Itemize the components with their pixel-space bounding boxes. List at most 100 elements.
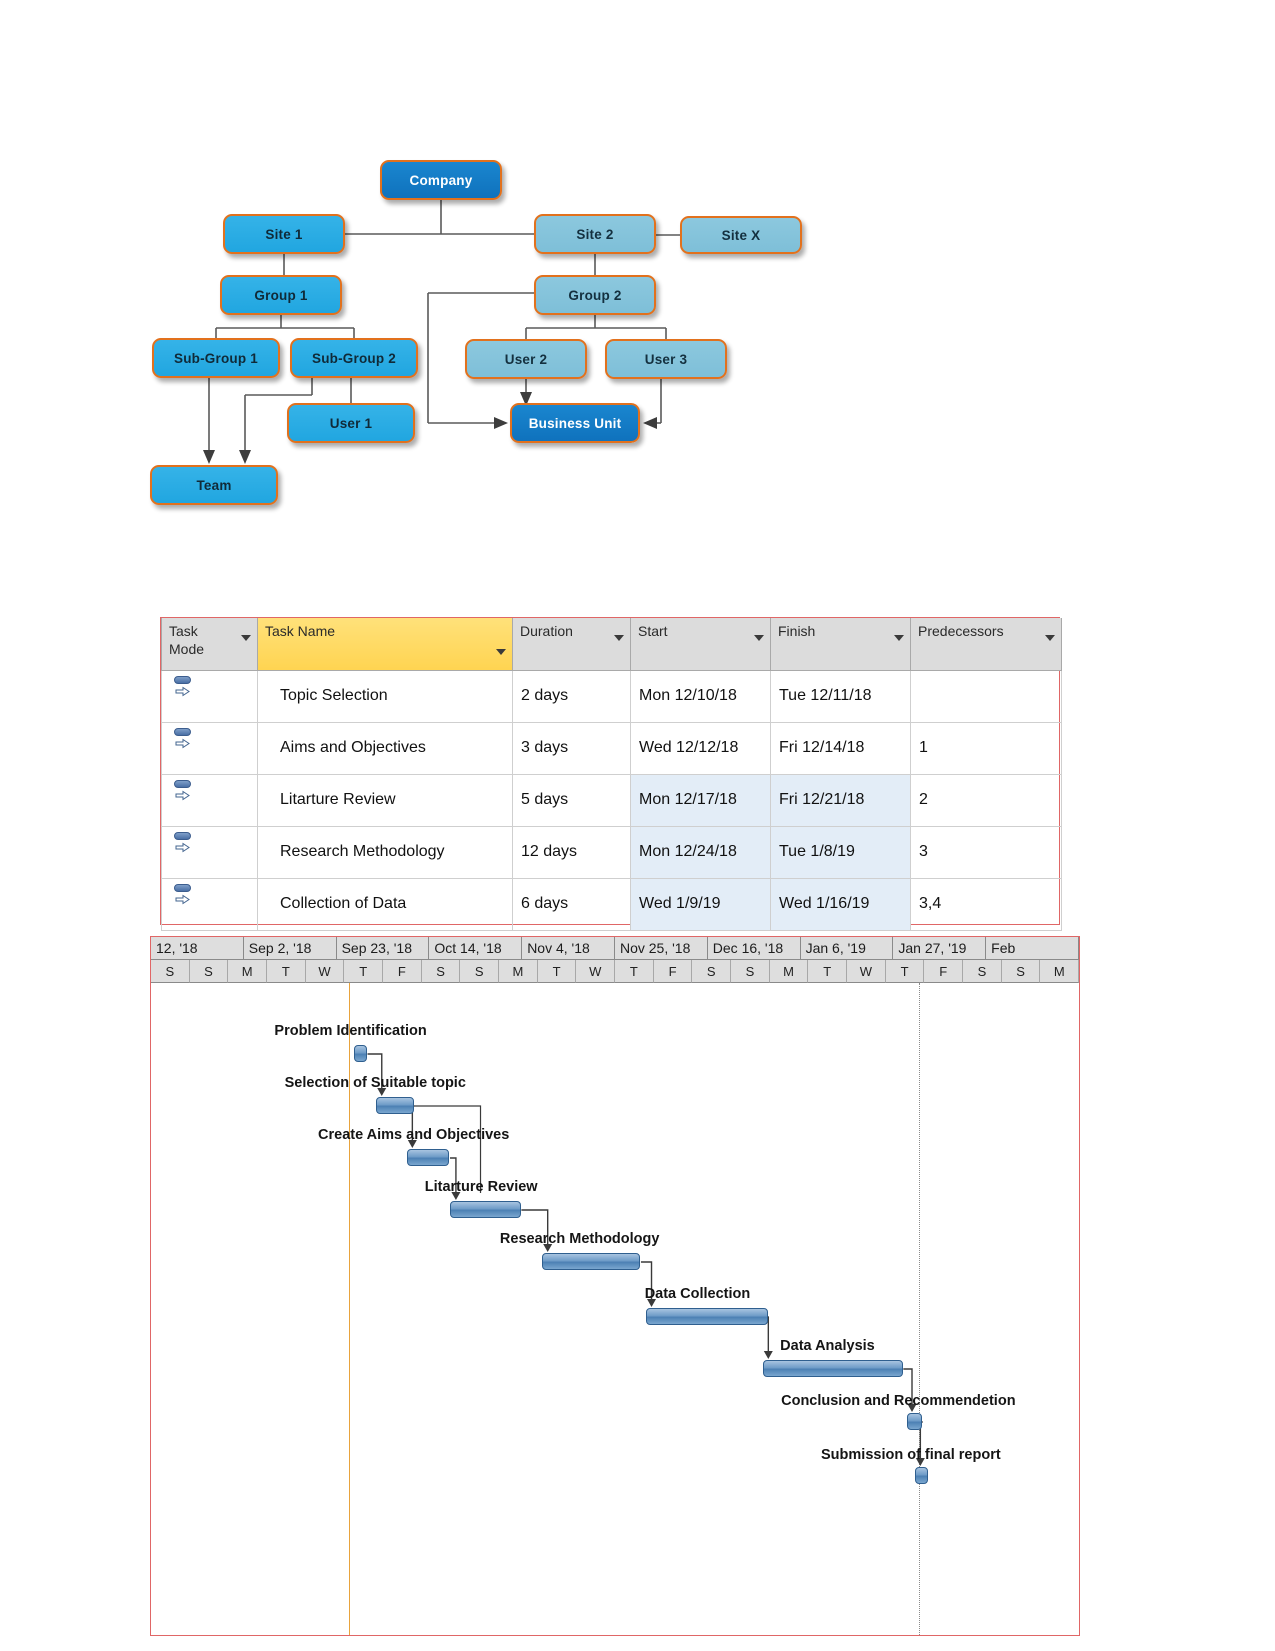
timeline-month-cell: Jan 27, '19	[893, 937, 987, 960]
cell-start[interactable]: Mon 12/10/18	[630, 669, 771, 723]
org-node-group-2[interactable]: Group 2	[534, 275, 656, 315]
gantt-task-bar[interactable]	[450, 1201, 521, 1218]
org-node-group-1[interactable]: Group 1	[220, 275, 342, 315]
cell-task-name[interactable]: Topic Selection	[257, 669, 513, 723]
gantt-task-bar[interactable]	[646, 1308, 769, 1325]
table-row[interactable]: Collection of Data 6 days Wed 1/9/19 Wed 1/…	[161, 877, 1062, 931]
cell-predecessors[interactable]: 1	[910, 721, 1062, 775]
cell-finish[interactable]: Fri 12/14/18	[770, 721, 911, 775]
table-row[interactable]: Litarture Review 5 days Mon 12/17/18 Fri 12…	[161, 773, 1062, 827]
cell-duration[interactable]: 5 days	[512, 773, 631, 827]
timeline-month-cell: Sep 2, '18	[243, 937, 337, 960]
cell-task-mode[interactable]	[161, 669, 258, 723]
gantt-task-bar[interactable]	[762, 1360, 903, 1377]
column-header-duration-label: Duration	[520, 623, 573, 639]
cell-finish[interactable]: Fri 12/21/18	[770, 773, 911, 827]
cell-duration[interactable]: 2 days	[512, 669, 631, 723]
cell-duration[interactable]: 6 days	[512, 877, 631, 931]
timeline-day-cell: M	[228, 960, 268, 983]
timeline-day-cell: F	[924, 960, 964, 983]
cell-start[interactable]: Mon 12/24/18	[630, 825, 771, 879]
column-header-duration[interactable]: Duration	[512, 618, 631, 671]
cell-finish[interactable]: Wed 1/16/19	[770, 877, 911, 931]
cell-predecessors[interactable]: 3,4	[910, 877, 1062, 931]
gantt-task-label: Litarture Review	[424, 1179, 538, 1195]
org-node-sub-group-2[interactable]: Sub-Group 2	[290, 338, 418, 378]
task-table-panel: Task Mode Task Name Duration Start Finis…	[160, 617, 1062, 931]
timeline-day-cell: M	[769, 960, 809, 983]
org-node-user-2[interactable]: User 2	[465, 339, 587, 379]
gantt-task-label: Research Methodology	[499, 1231, 660, 1247]
column-header-task-name-label: Task Name	[265, 623, 336, 639]
timeline-day-cell: S	[1001, 960, 1041, 983]
org-node-site-1[interactable]: Site 1	[223, 214, 345, 254]
org-node-user-3[interactable]: User 3	[605, 339, 727, 379]
org-node-team[interactable]: Team	[150, 465, 278, 505]
column-header-predecessors[interactable]: Predecessors	[910, 618, 1062, 671]
cell-duration[interactable]: 12 days	[512, 825, 631, 879]
column-header-task-mode-label: Task Mode	[169, 623, 205, 657]
cell-task-mode[interactable]	[161, 773, 258, 827]
org-node-user-1[interactable]: User 1	[287, 403, 415, 443]
timeline-day-cell: T	[808, 960, 848, 983]
cell-start[interactable]: Mon 12/17/18	[630, 773, 771, 827]
cell-start[interactable]: Wed 1/9/19	[630, 877, 771, 931]
column-header-task-mode[interactable]: Task Mode	[161, 618, 258, 671]
org-node-business-unit[interactable]: Business Unit	[510, 403, 640, 443]
cell-predecessors[interactable]	[910, 669, 1062, 723]
cell-task-mode[interactable]	[161, 877, 258, 931]
org-node-site-2[interactable]: Site 2	[534, 214, 656, 254]
chevron-down-icon[interactable]	[496, 649, 506, 655]
chevron-down-icon[interactable]	[894, 635, 904, 641]
table-row[interactable]: Aims and Objectives 3 days Wed 12/12/18 Fri…	[161, 721, 1062, 775]
gantt-task-bar[interactable]	[376, 1097, 415, 1114]
column-header-task-name[interactable]: Task Name	[257, 618, 513, 671]
timeline-day-cell: S	[460, 960, 500, 983]
auto-schedule-icon	[172, 779, 198, 809]
timeline-day-cell: W	[576, 960, 616, 983]
timeline-day-cell: T	[615, 960, 654, 983]
auto-schedule-icon	[172, 727, 198, 757]
cell-task-name[interactable]: Research Methodology	[257, 825, 513, 879]
cell-finish[interactable]: Tue 12/11/18	[770, 669, 911, 723]
column-header-predecessors-label: Predecessors	[918, 623, 1004, 639]
gantt-task-bar[interactable]	[354, 1045, 367, 1062]
timeline-month-cell: Oct 14, '18	[429, 937, 523, 960]
cell-task-mode[interactable]	[161, 825, 258, 879]
cell-predecessors[interactable]: 3	[910, 825, 1062, 879]
column-header-start[interactable]: Start	[630, 618, 771, 671]
cell-task-name[interactable]: Litarture Review	[257, 773, 513, 827]
cell-task-name[interactable]: Aims and Objectives	[257, 721, 513, 775]
gantt-timeline-months: 12, '18 Sep 2, '18 Sep 23, '18 Oct 14, '18 N…	[151, 937, 1079, 960]
column-header-finish-label: Finish	[778, 623, 816, 639]
table-row[interactable]: Research Methodology 12 days Mon 12/24/18 T…	[161, 825, 1062, 879]
gantt-task-bar[interactable]	[906, 1413, 923, 1430]
chevron-down-icon[interactable]	[241, 635, 251, 641]
org-node-company[interactable]: Company	[380, 160, 502, 200]
chevron-down-icon[interactable]	[754, 635, 764, 641]
timeline-day-cell: F	[383, 960, 422, 983]
org-node-site-x[interactable]: Site X	[680, 216, 802, 254]
gantt-task-bar[interactable]	[542, 1253, 641, 1270]
gantt-task-bar[interactable]	[406, 1149, 450, 1166]
chevron-down-icon[interactable]	[1045, 635, 1055, 641]
cell-duration[interactable]: 3 days	[512, 721, 631, 775]
org-node-sub-group-1[interactable]: Sub-Group 1	[152, 338, 280, 378]
org-chart: Company Site 1 Site 2 Site X Group 1 Gro…	[140, 140, 840, 530]
auto-schedule-icon	[172, 883, 198, 913]
chevron-down-icon[interactable]	[614, 635, 624, 641]
column-header-finish[interactable]: Finish	[770, 618, 911, 671]
gantt-task-label: Conclusion and Recommendetion	[781, 1393, 1016, 1409]
cell-finish[interactable]: Tue 1/8/19	[770, 825, 911, 879]
timeline-day-cell: S	[421, 960, 461, 983]
table-row[interactable]: Topic Selection 2 days Mon 12/10/18 Tue 12/…	[161, 669, 1062, 723]
gantt-task-bar[interactable]	[914, 1467, 928, 1484]
cell-task-mode[interactable]	[161, 721, 258, 775]
cell-start[interactable]: Wed 12/12/18	[630, 721, 771, 775]
table-header-row: Task Mode Task Name Duration Start Finis…	[161, 618, 1062, 671]
cell-task-name[interactable]: Collection of Data	[257, 877, 513, 931]
timeline-month-cell: Sep 23, '18	[336, 937, 430, 960]
gantt-task-label: Data Analysis	[780, 1338, 875, 1354]
cell-predecessors[interactable]: 2	[910, 773, 1062, 827]
timeline-month-cell: Dec 16, '18	[707, 937, 801, 960]
